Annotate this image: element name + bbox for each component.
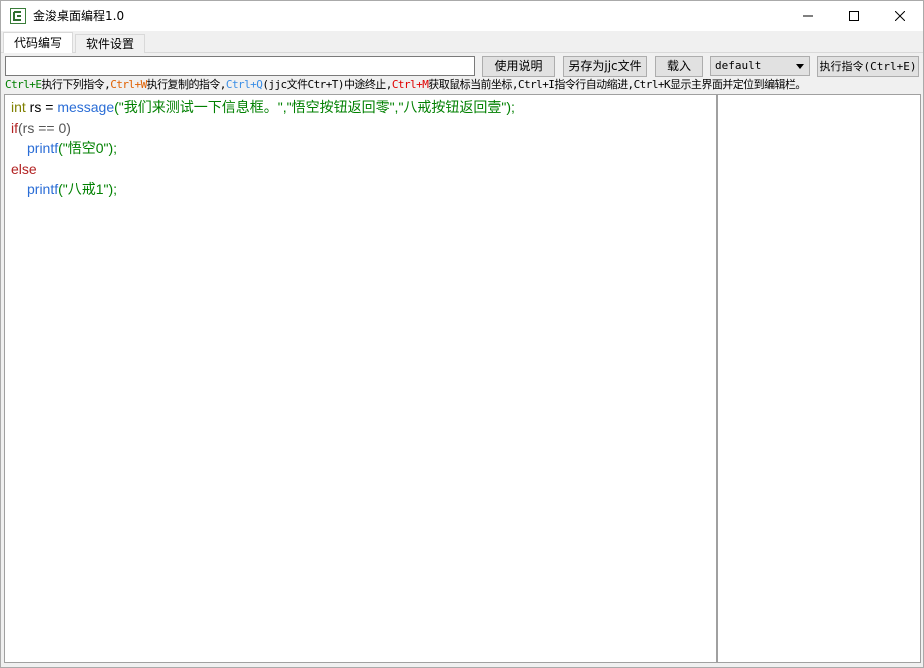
- profile-select[interactable]: default: [710, 56, 810, 76]
- code-line: else: [11, 160, 37, 178]
- code-token-condition: (rs == 0): [18, 120, 71, 136]
- code-token-keyword: if: [11, 120, 18, 136]
- hint-text-2: 执行复制的指令,: [146, 78, 227, 91]
- app-window: 金浚桌面编程1.0 代码编写 软件设置 使用说明 另存为jjc文件 载入 def…: [0, 0, 924, 668]
- close-button[interactable]: [877, 1, 923, 31]
- code-token-function: message: [57, 99, 115, 115]
- execute-button[interactable]: 执行指令(Ctrl+E): [817, 56, 919, 77]
- code-token-function: printf: [27, 181, 59, 197]
- tab-software-settings[interactable]: 软件设置: [75, 34, 146, 53]
- help-button[interactable]: 使用说明: [482, 56, 555, 77]
- save-as-jjc-button[interactable]: 另存为jjc文件: [563, 56, 647, 77]
- output-panel[interactable]: [717, 94, 921, 663]
- close-icon: [895, 11, 905, 21]
- hint-key-ctrl-e: Ctrl+E: [5, 78, 42, 91]
- title-bar[interactable]: 金浚桌面编程1.0: [1, 1, 923, 31]
- code-line: int rs = message("我们来测试一下信息框。","悟空按钮返回零"…: [11, 98, 515, 116]
- shortcut-hint-line: Ctrl+E执行下列指令,Ctrl+W执行复制的指令,Ctrl+Q(jjc文件C…: [5, 78, 806, 92]
- minimize-icon: [803, 15, 813, 17]
- load-button[interactable]: 载入: [655, 56, 703, 77]
- window-title: 金浚桌面编程1.0: [33, 9, 125, 23]
- hint-key-ctrl-m: Ctrl+M: [391, 78, 429, 91]
- tab-code-editor[interactable]: 代码编写: [3, 32, 74, 53]
- hint-key-ctrl-q: Ctrl+Q: [225, 78, 263, 91]
- hint-text-1: 执行下列指令,: [41, 78, 111, 91]
- code-token-args: ("八戒1");: [58, 181, 118, 197]
- code-token-assign: rs =: [25, 99, 58, 115]
- hint-key-ctrl-w: Ctrl+W: [110, 78, 147, 91]
- chevron-down-icon: [796, 64, 804, 69]
- command-input[interactable]: [5, 56, 475, 76]
- hint-text-4: 获取鼠标当前坐标,Ctrl+I指令行自动缩进,Ctrl+K显示主界面并定位到编辑…: [428, 78, 806, 91]
- profile-select-value: default: [715, 59, 762, 72]
- app-logo-icon: [10, 8, 26, 24]
- code-line: printf("八戒1");: [27, 180, 117, 198]
- maximize-icon: [849, 11, 859, 21]
- code-token-args: ("我们来测试一下信息框。","悟空按钮返回零","八戒按钮返回壹");: [114, 99, 515, 115]
- code-token-keyword: else: [11, 161, 37, 177]
- code-line: printf("悟空0");: [27, 139, 117, 157]
- code-editor[interactable]: int rs = message("我们来测试一下信息框。","悟空按钮返回零"…: [4, 94, 717, 663]
- code-token-args: ("悟空0");: [58, 140, 118, 156]
- code-line: if(rs == 0): [11, 119, 71, 137]
- maximize-button[interactable]: [831, 1, 877, 31]
- code-token-type: int: [11, 99, 26, 115]
- code-token-function: printf: [27, 140, 59, 156]
- minimize-button[interactable]: [785, 1, 831, 31]
- hint-text-3: (jjc文件Ctr+T)中途终止,: [262, 78, 392, 91]
